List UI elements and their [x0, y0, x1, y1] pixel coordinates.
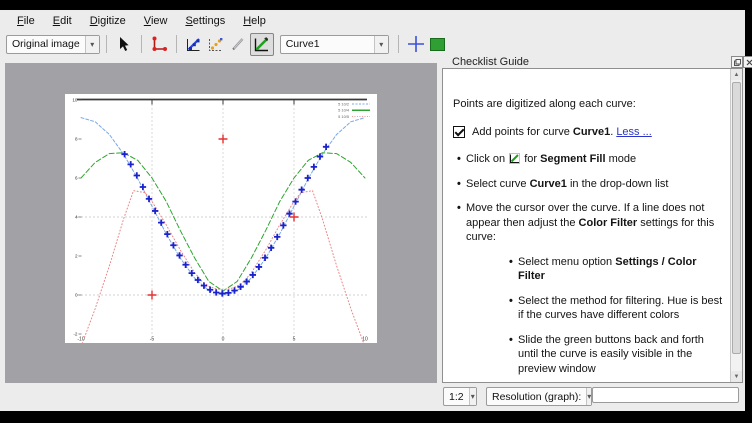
digitized-point — [219, 290, 225, 296]
menu-view[interactable]: View — [135, 13, 177, 29]
curve-combo-value: Curve1 — [281, 38, 325, 50]
close-icon — [746, 59, 752, 66]
scroll-up-icon[interactable]: ▲ — [731, 69, 742, 80]
y-tick-label: 0 — [75, 293, 78, 298]
menu-help[interactable]: Help — [234, 13, 275, 29]
menu-settings[interactable]: Settings — [176, 13, 234, 29]
checklist-bullet: •Click on for Segment Fill mode — [457, 152, 725, 167]
background-combo-value: Original image — [7, 38, 85, 50]
status-view-combo[interactable]: Resolution (graph): ▾ — [486, 387, 592, 406]
scrollbar-thumb[interactable] — [732, 82, 741, 354]
checklist-link[interactable]: Less ... — [616, 126, 651, 138]
checklist-bullet: •Select the method for filtering. Hue is… — [509, 294, 725, 323]
checklist-intro: Points are digitized along each curve: — [453, 97, 725, 112]
axis-point-tool-button[interactable] — [149, 34, 169, 54]
curve-point-tool-button[interactable] — [184, 34, 204, 54]
status-view-combo-value: Resolution (graph): — [487, 391, 586, 403]
x-tick-label: 0 — [222, 337, 225, 343]
menu-edit[interactable]: Edit — [44, 13, 81, 29]
menu-bar: FileEditDigitizeViewSettingsHelp — [0, 10, 745, 31]
legend-label: 5 10/4 — [338, 108, 350, 113]
checkbox-icon[interactable] — [453, 126, 465, 138]
checklist-panel: Points are digitized along each curve: Ad… — [442, 68, 743, 383]
toolbar: Original image ▾ — [0, 31, 745, 57]
toolbar-separator — [398, 35, 399, 53]
legend-label: 5 10/2 — [338, 101, 349, 106]
point-match-icon — [207, 36, 224, 53]
y-tick-label: 10 — [72, 98, 78, 103]
select-tool-button[interactable] — [114, 34, 134, 54]
legend-label: 5 10/5 — [338, 114, 349, 119]
chevron-down-icon[interactable]: ▾ — [469, 388, 476, 405]
cursor-icon — [117, 36, 131, 52]
background-combo[interactable]: Original image ▾ — [6, 35, 100, 54]
status-value-field[interactable] — [592, 387, 739, 403]
segment-fill-icon — [509, 153, 520, 164]
color-swatch-icon — [430, 38, 445, 51]
y-tick-label: 4 — [75, 215, 78, 220]
checklist-title: Checklist Guide — [452, 56, 529, 68]
checklist-task: Add points for curve Curve1. Less ... — [453, 125, 725, 140]
graph-canvas[interactable]: 1086420-2-10-505105 10/25 10/45 10/5 — [5, 63, 437, 383]
digitized-point — [170, 242, 176, 248]
checklist-scrollbar[interactable]: ▲ ▼ — [730, 69, 742, 382]
y-tick-label: 2 — [75, 254, 78, 259]
menu-digitize[interactable]: Digitize — [81, 13, 135, 29]
toolbar-separator — [106, 35, 107, 53]
engauge-window: FileEditDigitizeViewSettingsHelp Origina… — [0, 10, 745, 411]
screen: FileEditDigitizeViewSettingsHelp Origina… — [0, 0, 752, 423]
crosshair-indicator — [406, 34, 426, 54]
close-button[interactable] — [743, 56, 752, 68]
checklist-bullet: •Select curve Curve1 in the drop-down li… — [457, 177, 725, 192]
digitized-chart[interactable]: 1086420-2-10-505105 10/25 10/45 10/5 — [65, 94, 377, 343]
y-tick-label: 8 — [75, 137, 78, 142]
chevron-down-icon[interactable]: ▾ — [85, 36, 99, 53]
toolbar-separator — [141, 35, 142, 53]
axis-point-icon — [150, 36, 167, 53]
axis-point — [219, 135, 228, 144]
float-icon — [734, 59, 741, 66]
chevron-down-icon[interactable]: ▾ — [586, 388, 591, 405]
checklist-titlebar: Checklist Guide — [440, 55, 745, 69]
toolbar-separator — [176, 35, 177, 53]
scroll-down-icon[interactable]: ▼ — [731, 371, 742, 382]
x-tick-label: -5 — [150, 337, 155, 343]
y-tick-label: 6 — [75, 176, 78, 181]
color-picker-icon — [230, 36, 246, 52]
digitized-point — [323, 144, 329, 150]
curve-color-indicator — [428, 34, 448, 54]
crosshair-icon — [407, 35, 425, 53]
float-button[interactable] — [731, 56, 743, 68]
imported-image[interactable]: 1086420-2-10-505105 10/25 10/45 10/5 — [65, 94, 377, 343]
segment-fill-tool-button[interactable] — [250, 33, 274, 56]
zoom-combo-value: 1:2 — [444, 391, 469, 403]
axis-point — [148, 291, 157, 300]
digitized-point — [195, 277, 201, 283]
checklist-bullet: •Select menu option Settings / Color Fil… — [509, 255, 725, 284]
color-picker-tool-button[interactable] — [228, 34, 248, 54]
x-tick-label: 5 — [293, 337, 296, 343]
digitized-point — [311, 164, 317, 170]
checklist-bullet: •Slide the green buttons back and forth … — [509, 333, 725, 377]
curve-point-icon — [185, 36, 202, 53]
chevron-down-icon[interactable]: ▾ — [374, 36, 388, 53]
checklist-bullet: •Move the cursor over the curve. If a li… — [457, 201, 725, 245]
segment-fill-icon — [253, 36, 270, 53]
menu-file[interactable]: File — [8, 13, 44, 29]
point-match-tool-button[interactable] — [206, 34, 226, 54]
zoom-combo[interactable]: 1:2 ▾ — [443, 387, 477, 406]
status-bar: 1:2 ▾ Resolution (graph): ▾ — [0, 383, 745, 411]
checklist-content: Points are digitized along each curve: Ad… — [443, 69, 731, 382]
curve-combo[interactable]: Curve1 ▾ — [280, 35, 389, 54]
